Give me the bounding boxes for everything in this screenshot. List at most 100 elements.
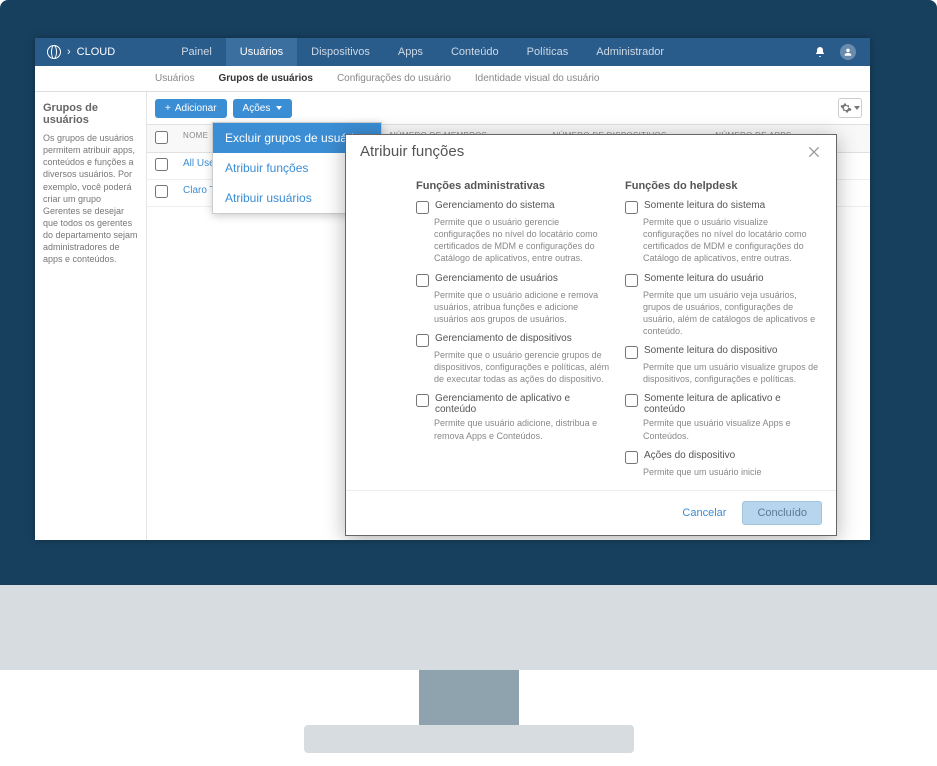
role-checkbox[interactable] — [416, 394, 429, 407]
role-title-text: Somente leitura de aplicativo e conteúdo — [644, 393, 822, 415]
brand-logo-icon — [47, 45, 61, 59]
subnav-grupos[interactable]: Grupos de usuários — [218, 73, 312, 84]
modal-footer: Cancelar Concluído — [346, 490, 836, 535]
role-item: Somente leitura do sistema Permite que o… — [625, 200, 822, 265]
brand-name: CLOUD — [77, 46, 116, 58]
subnav-config[interactable]: Configurações do usuário — [337, 73, 451, 84]
role-desc: Permite que um usuário visualize grupos … — [643, 361, 822, 385]
nav-label: Painel — [181, 46, 212, 58]
monitor-neck — [419, 670, 519, 725]
sidebar-desc: Os grupos de usuários permitem atribuir … — [43, 132, 138, 266]
row-checkbox[interactable] — [155, 185, 168, 198]
role-label[interactable]: Somente leitura do dispositivo — [625, 345, 822, 359]
cancel-button[interactable]: Cancelar — [682, 507, 726, 519]
role-title-text: Gerenciamento do sistema — [435, 200, 555, 211]
role-label[interactable]: Ações do dispositivo — [625, 450, 822, 464]
help-col-title: Funções do helpdesk — [625, 180, 822, 192]
role-label[interactable]: Somente leitura do sistema — [625, 200, 822, 214]
role-checkbox[interactable] — [416, 201, 429, 214]
nav-administrador[interactable]: Administrador — [582, 38, 678, 66]
nav-label: Apps — [398, 46, 423, 58]
row-checkbox[interactable] — [155, 158, 168, 171]
role-checkbox[interactable] — [416, 334, 429, 347]
role-checkbox[interactable] — [625, 274, 638, 287]
td-check — [147, 153, 175, 179]
role-checkbox[interactable] — [625, 346, 638, 359]
role-desc: Permite que usuário visualize Apps e Con… — [643, 417, 822, 441]
role-title-text: Somente leitura do usuário — [644, 273, 764, 284]
role-desc: Permite que um usuário inicie — [643, 466, 822, 478]
role-checkbox[interactable] — [625, 451, 638, 464]
role-title-text: Gerenciamento de usuários — [435, 273, 558, 284]
helpdesk-column: Funções do helpdesk Somente leitura do s… — [625, 180, 822, 478]
role-item: Ações do dispositivo Permite que um usuá… — [625, 450, 822, 478]
user-avatar-icon[interactable] — [840, 44, 856, 60]
role-item: Gerenciamento de usuários Permite que o … — [416, 273, 613, 325]
role-checkbox[interactable] — [625, 201, 638, 214]
modal-body: Funções administrativas Gerenciamento do… — [346, 168, 836, 490]
nav-dispositivos[interactable]: Dispositivos — [297, 38, 384, 66]
nav-apps[interactable]: Apps — [384, 38, 437, 66]
subnav-identidade[interactable]: Identidade visual do usuário — [475, 73, 600, 84]
role-item: Gerenciamento do sistema Permite que o u… — [416, 200, 613, 265]
role-item: Somente leitura do usuário Permite que u… — [625, 273, 822, 338]
nav-label: Dispositivos — [311, 46, 370, 58]
role-desc: Permite que um usuário veja usuários, gr… — [643, 289, 822, 338]
role-desc: Permite que o usuário adicione e remova … — [434, 289, 613, 325]
top-nav: › CLOUD Painel Usuários Dispositivos App… — [35, 38, 870, 66]
role-title-text: Gerenciamento de dispositivos — [435, 333, 572, 344]
role-item: Somente leitura do dispositivo Permite q… — [625, 345, 822, 385]
role-label[interactable]: Somente leitura do usuário — [625, 273, 822, 287]
brand[interactable]: › CLOUD — [35, 45, 127, 59]
gear-icon — [840, 102, 852, 114]
monitor-base — [304, 725, 634, 753]
nav-label: Conteúdo — [451, 46, 499, 58]
close-icon[interactable] — [806, 144, 822, 160]
role-label[interactable]: Somente leitura de aplicativo e conteúdo — [625, 393, 822, 415]
nav-usuarios[interactable]: Usuários — [226, 38, 297, 66]
select-all-checkbox[interactable] — [155, 131, 168, 144]
nav-politicas[interactable]: Políticas — [513, 38, 583, 66]
role-desc: Permite que o usuário gerencie configura… — [434, 216, 613, 265]
role-checkbox[interactable] — [416, 274, 429, 287]
role-title-text: Somente leitura do sistema — [644, 200, 765, 211]
nav-painel[interactable]: Painel — [167, 38, 226, 66]
role-label[interactable]: Gerenciamento de usuários — [416, 273, 613, 287]
brand-caret: › — [67, 46, 71, 58]
nav-conteudo[interactable]: Conteúdo — [437, 38, 513, 66]
done-button[interactable]: Concluído — [742, 501, 822, 525]
role-label[interactable]: Gerenciamento de dispositivos — [416, 333, 613, 347]
sub-nav: Usuários Grupos de usuários Configuraçõe… — [35, 66, 870, 92]
role-item: Gerenciamento de dispositivos Permite qu… — [416, 333, 613, 385]
role-title-text: Somente leitura do dispositivo — [644, 345, 777, 356]
nav-items: Painel Usuários Dispositivos Apps Conteú… — [167, 38, 678, 66]
role-title-text: Ações do dispositivo — [644, 450, 735, 461]
settings-button[interactable] — [838, 98, 862, 118]
role-desc: Permite que o usuário gerencie grupos de… — [434, 349, 613, 385]
screen: › CLOUD Painel Usuários Dispositivos App… — [35, 38, 870, 540]
plus-icon: + — [165, 103, 171, 114]
admin-col-title: Funções administrativas — [416, 180, 613, 192]
role-label[interactable]: Gerenciamento do sistema — [416, 200, 613, 214]
actions-label: Ações — [243, 103, 271, 114]
role-desc: Permite que o usuário visualize configur… — [643, 216, 822, 265]
bell-icon[interactable] — [814, 46, 826, 58]
nav-label: Usuários — [240, 46, 283, 58]
subnav-usuarios[interactable]: Usuários — [155, 73, 194, 84]
sidebar: Grupos de usuários Os grupos de usuários… — [35, 92, 147, 540]
add-label: Adicionar — [175, 103, 217, 114]
role-label[interactable]: Gerenciamento de aplicativo e conteúdo — [416, 393, 613, 415]
actions-button[interactable]: Ações — [233, 99, 293, 118]
toolbar: + Adicionar Ações — [147, 92, 870, 124]
nav-label: Políticas — [527, 46, 569, 58]
modal-header: Atribuir funções — [346, 135, 836, 168]
modal-title: Atribuir funções — [360, 143, 464, 160]
role-checkbox[interactable] — [625, 394, 638, 407]
monitor-bezel: › CLOUD Painel Usuários Dispositivos App… — [0, 0, 937, 585]
chevron-down-icon — [854, 106, 860, 110]
role-title-text: Gerenciamento de aplicativo e conteúdo — [435, 393, 613, 415]
th-check — [147, 125, 175, 152]
chevron-down-icon — [276, 106, 282, 110]
admin-column: Funções administrativas Gerenciamento do… — [416, 180, 613, 478]
add-button[interactable]: + Adicionar — [155, 99, 227, 118]
